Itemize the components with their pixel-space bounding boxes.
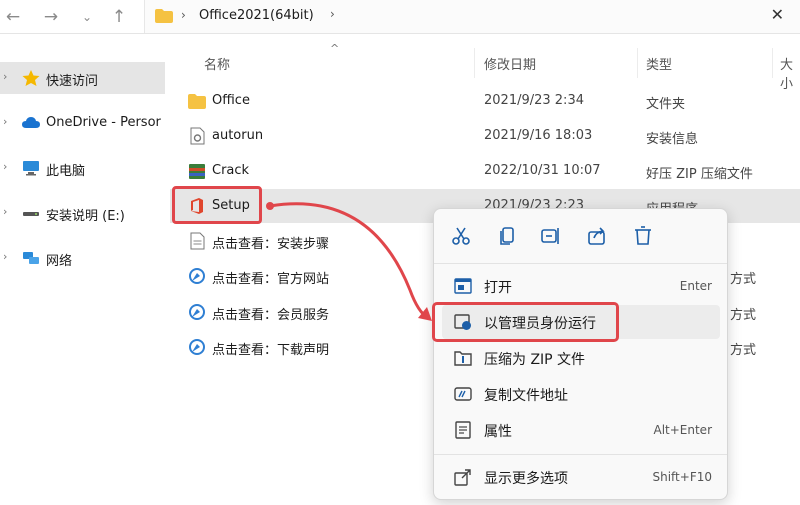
annotation-arrow <box>266 202 432 321</box>
